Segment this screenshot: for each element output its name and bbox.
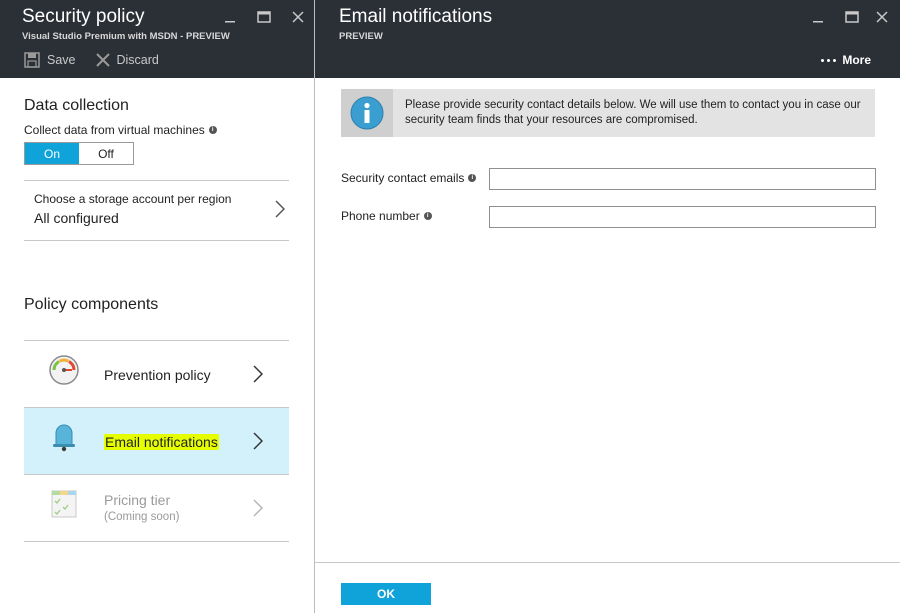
- maximize-button[interactable]: [835, 8, 869, 26]
- save-button[interactable]: Save: [24, 52, 76, 68]
- minimize-icon: [225, 21, 235, 23]
- maximize-button[interactable]: [247, 8, 281, 26]
- pricing-tier-note: (Coming soon): [104, 511, 180, 523]
- security-contact-emails-label: Security contact emails i: [341, 171, 477, 185]
- pricing-icon: [51, 490, 77, 518]
- storage-account-label: Choose a storage account per region: [34, 192, 232, 206]
- window-controls: [801, 8, 895, 26]
- policy-components-heading: Policy components: [24, 296, 159, 313]
- info-icon[interactable]: i: [423, 212, 432, 220]
- close-button[interactable]: [869, 8, 895, 26]
- security-policy-blade: Security policy Visual Studio Premium wi…: [0, 0, 315, 613]
- blade-header: Email notifications PREVIEW More: [315, 0, 900, 78]
- blade-toolbar: Save Discard: [24, 52, 159, 68]
- info-icon[interactable]: i: [468, 174, 477, 182]
- save-icon: [24, 52, 40, 68]
- data-collection-toggle: On Off: [24, 142, 134, 165]
- phone-number-text: Phone number: [341, 209, 420, 223]
- storage-account-value: All configured: [34, 210, 119, 226]
- phone-number-label: Phone number i: [341, 209, 432, 223]
- gauge-icon: [49, 355, 79, 385]
- info-icon: [350, 96, 384, 130]
- chevron-right-icon: [253, 432, 263, 450]
- toggle-on-button[interactable]: On: [25, 143, 79, 164]
- minimize-icon: [813, 21, 823, 23]
- more-label: More: [842, 53, 871, 67]
- prevention-policy-item[interactable]: Prevention policy: [24, 341, 289, 408]
- maximize-icon: [845, 11, 859, 23]
- prevention-policy-label: Prevention policy: [104, 367, 211, 383]
- bell-icon: [53, 424, 75, 452]
- phone-number-input[interactable]: [489, 206, 876, 228]
- ok-button[interactable]: OK: [341, 583, 431, 605]
- blade-subtitle: Visual Studio Premium with MSDN - PREVIE…: [22, 31, 230, 42]
- info-banner: Please provide security contact details …: [341, 89, 875, 137]
- collect-data-label: Collect data from virtual machines i: [24, 123, 217, 137]
- footer-divider: [315, 562, 900, 563]
- discard-button[interactable]: Discard: [95, 52, 159, 68]
- divider: [24, 240, 289, 241]
- info-message: Please provide security contact details …: [405, 99, 861, 126]
- pricing-tier-label: Pricing tier: [104, 492, 171, 508]
- blade-subtitle: PREVIEW: [339, 31, 383, 42]
- chevron-right-icon: [253, 365, 263, 383]
- blade-title: Email notifications: [339, 6, 493, 27]
- minimize-button[interactable]: [801, 8, 835, 26]
- close-button[interactable]: [281, 8, 315, 26]
- chevron-right-icon: [275, 200, 285, 218]
- security-contact-emails-input[interactable]: [489, 168, 876, 190]
- collect-data-text: Collect data from virtual machines: [24, 123, 205, 137]
- close-icon: [876, 11, 888, 23]
- data-collection-heading: Data collection: [24, 97, 129, 114]
- divider: [24, 541, 289, 542]
- ellipsis-icon: [821, 58, 837, 62]
- storage-account-selector[interactable]: Choose a storage account per region All …: [24, 181, 289, 240]
- close-icon: [292, 11, 304, 23]
- blade-header: Security policy Visual Studio Premium wi…: [0, 0, 314, 78]
- info-icon[interactable]: i: [208, 126, 217, 134]
- email-notifications-text: Email notifications: [104, 434, 219, 450]
- pricing-tier-item: Pricing tier (Coming soon): [24, 475, 289, 542]
- window-controls: [213, 8, 315, 26]
- discard-label: Discard: [116, 53, 159, 67]
- discard-icon: [95, 53, 110, 67]
- minimize-button[interactable]: [213, 8, 247, 26]
- toggle-off-button[interactable]: Off: [79, 143, 133, 164]
- save-label: Save: [47, 53, 76, 67]
- email-notifications-label: Email notifications: [104, 434, 219, 450]
- more-button[interactable]: More: [821, 53, 871, 67]
- email-notifications-blade: Email notifications PREVIEW More Please …: [315, 0, 900, 613]
- chevron-right-icon: [253, 499, 263, 517]
- email-notifications-item[interactable]: Email notifications: [24, 408, 289, 475]
- info-icon-wrap: [341, 89, 393, 137]
- maximize-icon: [257, 11, 271, 23]
- security-contact-emails-text: Security contact emails: [341, 171, 465, 185]
- blade-title: Security policy: [22, 6, 145, 27]
